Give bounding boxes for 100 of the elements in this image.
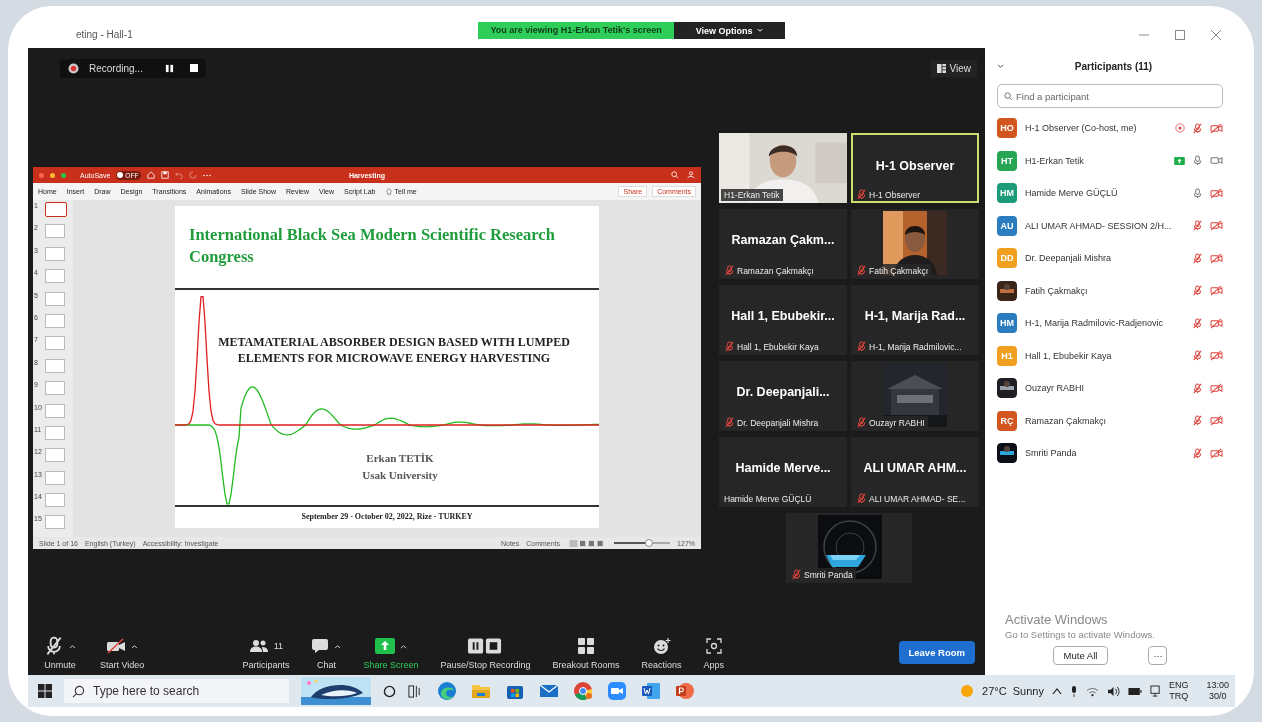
- video-tile[interactable]: Ramazan Çakm... Ramazan Çakmakçı: [719, 209, 847, 279]
- keyboard-layout[interactable]: TRQ: [1169, 691, 1189, 703]
- browser-icon[interactable]: [437, 681, 457, 701]
- slide-thumbnail[interactable]: [45, 403, 65, 418]
- slide-thumbnail[interactable]: [45, 224, 65, 239]
- video-tile[interactable]: Fatih Çakmakçı: [851, 209, 979, 279]
- browser-icon[interactable]: [573, 681, 593, 701]
- toolbar-button[interactable]: Unmute: [40, 636, 80, 670]
- video-tile[interactable]: H-1, Marija Rad... H-1, Marija Radmilovic...: [851, 285, 979, 355]
- toolbar-button[interactable]: Apps: [699, 636, 729, 670]
- screen-share-banner: You are viewing H1-Erkan Tetik's screen: [478, 22, 674, 39]
- video-off-icon: [1210, 447, 1223, 459]
- participant-name: Ramazan Çakmakçı: [1025, 415, 1108, 426]
- video-camera-icon[interactable]: [607, 681, 627, 701]
- video-tile[interactable]: H1-Erkan Tetik: [719, 133, 847, 203]
- mute-all-button[interactable]: Mute All: [1052, 646, 1109, 665]
- slide-thumbnail[interactable]: [45, 470, 65, 485]
- layout-icon: [936, 63, 946, 73]
- search-field[interactable]: Find a participant: [997, 84, 1223, 108]
- sun-icon: [960, 684, 975, 698]
- view-options-button[interactable]: View Options: [673, 22, 785, 39]
- search-field[interactable]: Type here to search: [64, 679, 289, 703]
- participant-name: Fatih Çakmakçı: [1025, 285, 1089, 296]
- muted-mic-icon: [44, 636, 64, 656]
- undo-icon[interactable]: [175, 171, 184, 179]
- toolbar-button[interactable]: Start Video: [96, 636, 149, 670]
- muted-mic-icon: [724, 265, 735, 276]
- panel-title: Participants (11): [1073, 60, 1154, 72]
- toolbar-button[interactable]: 11 Participants: [238, 636, 294, 670]
- slide-thumbnail[interactable]: [45, 358, 65, 373]
- toolbar-button[interactable]: Pause/Stop Recording: [436, 636, 535, 670]
- mic-icon[interactable]: [1069, 684, 1078, 698]
- participant-name: Hall 1, Ebubekir...: [730, 309, 836, 323]
- document-icon[interactable]: [641, 681, 661, 701]
- toolbar-button[interactable]: Share Screen: [359, 636, 423, 670]
- toolbar-button[interactable]: Reactions: [637, 636, 686, 670]
- pause-icon[interactable]: [164, 63, 174, 73]
- battery-icon[interactable]: [1127, 686, 1142, 696]
- video-tile[interactable]: ALI UMAR AHM... ALI UMAR AHMAD- SE...: [851, 437, 979, 507]
- video-tile[interactable]: Dr. Deepanjali... Dr. Deepanjali Mishra: [719, 361, 847, 431]
- video-off-icon: [1210, 285, 1223, 297]
- presentation-icon[interactable]: [675, 681, 695, 701]
- close-icon[interactable]: [1211, 30, 1221, 40]
- start-icon[interactable]: [38, 684, 52, 698]
- slide-thumbnail[interactable]: [45, 381, 65, 396]
- people-icon[interactable]: [687, 171, 695, 179]
- task-view-icon[interactable]: [408, 684, 421, 698]
- avatar: DD: [997, 248, 1017, 269]
- home-icon[interactable]: [147, 171, 156, 179]
- muted-mic-icon: [724, 341, 735, 352]
- zoom-dot-icon[interactable]: [61, 172, 66, 178]
- author-name: Erkan TETİK: [365, 451, 435, 466]
- slide-thumbnail[interactable]: [45, 448, 65, 463]
- maximize-icon[interactable]: [1175, 30, 1185, 40]
- slide-thumbnail[interactable]: [45, 291, 65, 306]
- slide-thumbnail[interactable]: [45, 493, 65, 508]
- video-off-icon: [1210, 350, 1223, 362]
- more-button[interactable]: ···: [1148, 646, 1168, 665]
- participant-name: ALI UMAR AHMAD- SESSION 2/H...: [1025, 220, 1173, 231]
- pause-stop-icon: [468, 638, 503, 654]
- toolbar-button[interactable]: Breakout Rooms: [548, 636, 624, 670]
- redo-icon[interactable]: [189, 171, 198, 179]
- close-dot-icon[interactable]: [39, 172, 44, 178]
- video-tile[interactable]: Hall 1, Ebubekir... Hall 1, Ebubekir Kaya: [719, 285, 847, 355]
- more-icon[interactable]: [203, 173, 212, 177]
- input-language[interactable]: ENG: [1168, 679, 1189, 691]
- slide-thumbnail[interactable]: [45, 246, 65, 261]
- search-input[interactable]: Find a participant: [1016, 90, 1216, 102]
- slide-thumbnail[interactable]: [45, 202, 67, 217]
- search-icon: [72, 684, 85, 698]
- speaker-icon[interactable]: [1106, 685, 1120, 697]
- avatar: AU: [997, 215, 1017, 236]
- clock-time[interactable]: 13:00: [1206, 679, 1229, 691]
- stop-icon[interactable]: [189, 64, 198, 72]
- slide-thumbnail[interactable]: [45, 425, 65, 440]
- search-icon[interactable]: [671, 171, 679, 179]
- chevron-down-icon[interactable]: [997, 63, 1004, 69]
- wifi-icon[interactable]: [1085, 685, 1099, 697]
- video-tile[interactable]: Ouzayr RABHI: [851, 361, 979, 431]
- caret-icon[interactable]: [1051, 687, 1062, 695]
- cortana-icon[interactable]: [383, 684, 396, 698]
- minimize-dot-icon[interactable]: [50, 172, 55, 178]
- avatar: RÇ: [997, 410, 1017, 431]
- video-tile[interactable]: Hamide Merve... Hamide Merve GÜÇLÜ: [719, 437, 847, 507]
- view-button[interactable]: View: [930, 59, 977, 77]
- slide-thumbnail[interactable]: [45, 336, 65, 351]
- slide-footer: September 29 - October 02, 2022, Rize - TURKEY: [175, 507, 599, 521]
- clock-date[interactable]: 30/0: [1208, 691, 1227, 703]
- save-icon[interactable]: [161, 171, 170, 179]
- leave-room-button[interactable]: Leave Room: [898, 641, 975, 664]
- slide-thumbnail[interactable]: [45, 313, 65, 328]
- grid-icon: [578, 638, 595, 654]
- video-tile[interactable]: Smriti Panda: [786, 513, 912, 583]
- slide-thumbnail[interactable]: [45, 515, 65, 530]
- search-input[interactable]: Type here to search: [93, 684, 281, 698]
- slide-thumbnail[interactable]: [45, 269, 65, 284]
- video-tile[interactable]: H-1 Observer H-1 Observer: [851, 133, 979, 203]
- device-icon[interactable]: [1149, 684, 1161, 698]
- toolbar-button[interactable]: Chat: [307, 636, 346, 670]
- participant-name: H1-Erkan Tetik: [1025, 155, 1085, 166]
